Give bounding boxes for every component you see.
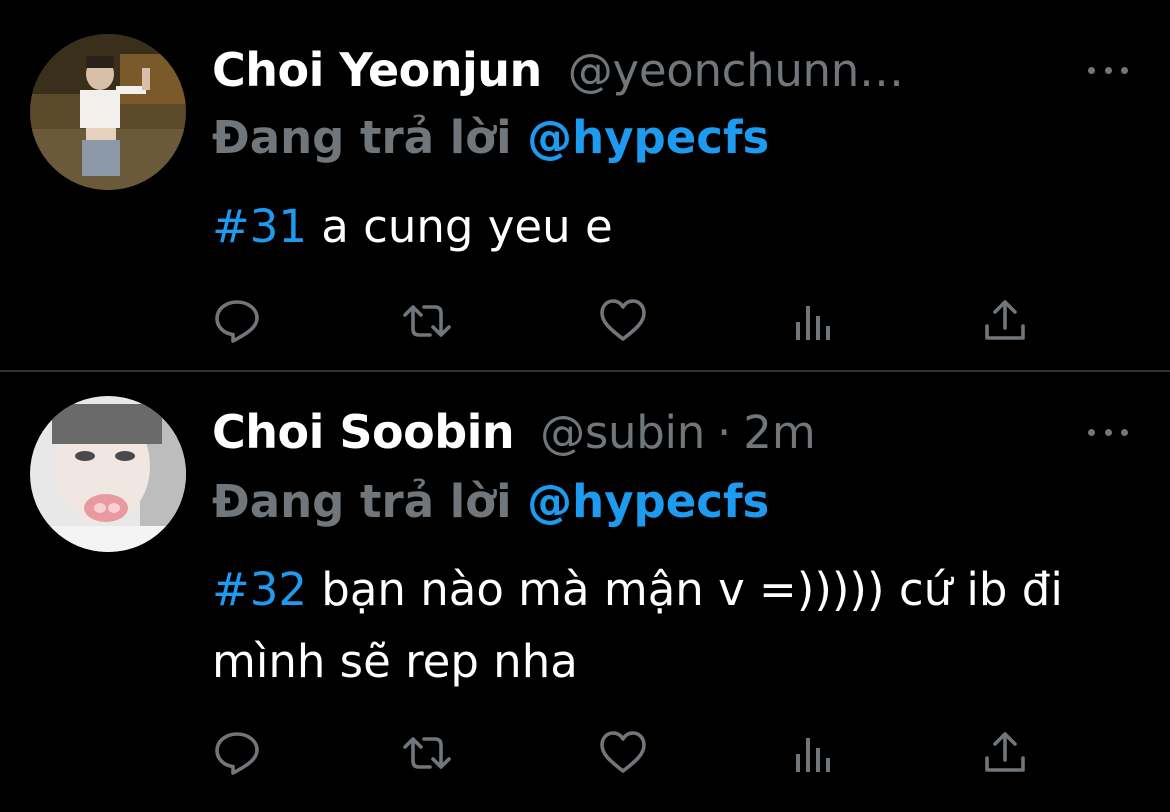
heart-icon[interactable]: [598, 728, 648, 778]
tweet[interactable]: Choi Soobin @subin · 2m Đang trả lời @hypec…: [0, 372, 1170, 812]
views-icon[interactable]: [790, 296, 840, 346]
handle[interactable]: @subin: [540, 406, 705, 459]
reply-context: Đang trả lời @hypecfs: [212, 108, 769, 168]
hashtag-link[interactable]: #31: [212, 200, 307, 253]
display-name[interactable]: Choi Yeonjun: [212, 43, 542, 97]
reply-prefix: Đang trả lời: [212, 111, 512, 164]
heart-icon[interactable]: [598, 296, 648, 346]
meta-separator: ·: [716, 406, 732, 459]
reply-to-user-link[interactable]: @hypecfs: [527, 111, 769, 164]
views-icon[interactable]: [790, 728, 840, 778]
action-bar: [212, 728, 1042, 778]
avatar-photo: [30, 396, 186, 552]
reply-to-user-link[interactable]: @hypecfs: [527, 475, 769, 528]
tweet[interactable]: Choi Yeonjun @yeonchunn… Đang trả lời @hy…: [0, 0, 1170, 370]
avatar-photo: [30, 34, 186, 190]
display-name[interactable]: Choi Soobin: [212, 405, 515, 459]
avatar[interactable]: [30, 34, 186, 190]
tweet-body: a cung yeu e: [306, 200, 613, 253]
retweet-icon[interactable]: [402, 296, 452, 346]
action-bar: [212, 296, 1042, 346]
reply-prefix: Đang trả lời: [212, 475, 512, 528]
tweet-text: #32 bạn nào mà mận v =))))) cứ ib đi mìn…: [212, 554, 1122, 698]
retweet-icon[interactable]: [402, 728, 452, 778]
timestamp[interactable]: 2m: [743, 406, 815, 459]
reply-icon[interactable]: [212, 728, 262, 778]
handle[interactable]: @yeonchunn…: [568, 44, 904, 97]
avatar[interactable]: [30, 396, 186, 552]
tweet-header: Choi Yeonjun @yeonchunn…: [212, 40, 904, 100]
reply-context: Đang trả lời @hypecfs: [212, 472, 769, 532]
more-icon[interactable]: [1088, 426, 1128, 438]
share-icon[interactable]: [980, 296, 1030, 346]
share-icon[interactable]: [980, 728, 1030, 778]
tweet-header: Choi Soobin @subin · 2m: [212, 402, 816, 462]
hashtag-link[interactable]: #32: [212, 563, 307, 616]
tweet-body: bạn nào mà mận v =))))) cứ ib đi mình sẽ…: [212, 563, 1063, 688]
reply-icon[interactable]: [212, 296, 262, 346]
tweet-text: #31 a cung yeu e: [212, 191, 1122, 263]
more-icon[interactable]: [1088, 64, 1128, 76]
